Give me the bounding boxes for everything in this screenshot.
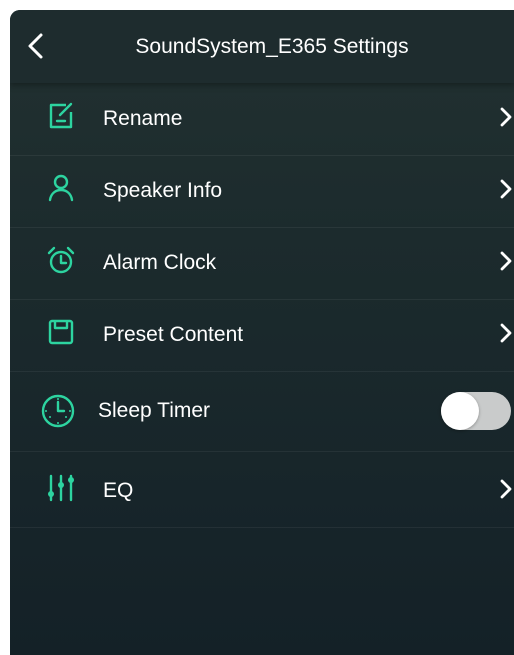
header-bar: SoundSystem_E365 Settings: [10, 10, 514, 83]
alarm-clock-icon: [47, 246, 75, 274]
user-icon: [48, 174, 74, 202]
clock-icon: [41, 394, 75, 428]
chevron-right-icon: [500, 251, 512, 271]
setting-label-alarm-clock: Alarm Clock: [103, 251, 217, 274]
setting-label-sleep-timer: Sleep Timer: [98, 399, 211, 422]
back-arrow-icon[interactable]: [22, 30, 50, 62]
setting-eq[interactable]: EQ: [10, 451, 514, 528]
setting-label-rename: Rename: [103, 107, 183, 130]
toggle-knob: [441, 392, 479, 430]
setting-preset-content[interactable]: Preset Content: [10, 299, 514, 372]
sleep-timer-toggle[interactable]: [441, 392, 511, 430]
setting-alarm-clock[interactable]: Alarm Clock: [10, 227, 514, 300]
chevron-right-icon: [500, 479, 512, 499]
settings-screen: SoundSystem_E365 Settings Rename Speaker…: [10, 10, 514, 655]
setting-label-preset-content: Preset Content: [103, 323, 244, 346]
setting-label-eq: EQ: [103, 479, 134, 502]
setting-sleep-timer: Sleep Timer: [10, 371, 514, 452]
setting-label-speaker-info: Speaker Info: [103, 179, 223, 202]
setting-rename[interactable]: Rename: [10, 83, 514, 156]
chevron-right-icon: [500, 179, 512, 199]
equalizer-icon: [48, 474, 74, 502]
setting-speaker-info[interactable]: Speaker Info: [10, 155, 514, 228]
chevron-right-icon: [500, 107, 512, 127]
preset-icon: [48, 319, 74, 345]
chevron-right-icon: [500, 323, 512, 343]
edit-icon: [49, 102, 73, 129]
page-title: SoundSystem_E365 Settings: [135, 35, 409, 58]
